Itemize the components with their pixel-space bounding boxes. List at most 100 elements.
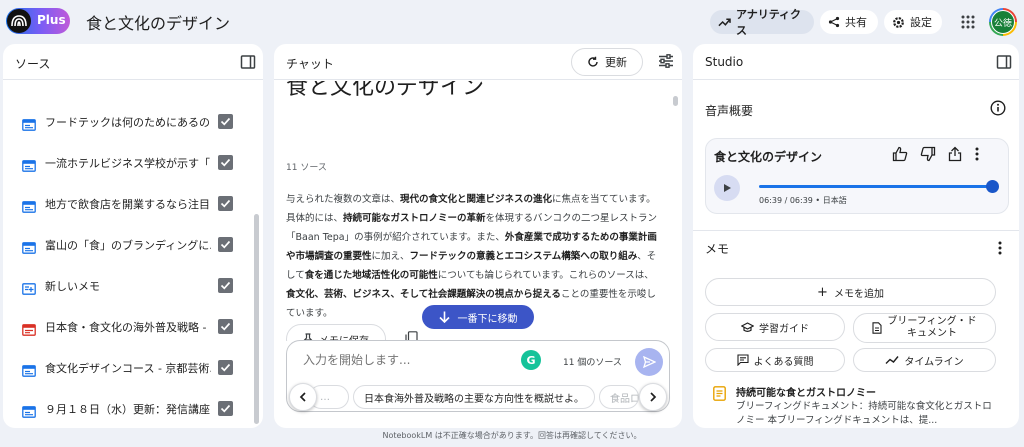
school-icon bbox=[741, 321, 754, 332]
note-document-icon bbox=[713, 386, 726, 401]
memo-title: メモ bbox=[705, 242, 730, 256]
chat-header: チャット 更新 bbox=[274, 44, 682, 80]
source-item[interactable]: 日本食・食文化の海外普及戦略 - ... bbox=[3, 311, 253, 341]
suggestion-chip-next[interactable]: 食品ロ bbox=[599, 385, 639, 409]
audio-title: 食と文化のデザイン bbox=[714, 150, 823, 164]
source-item[interactable]: フードテックは何のためにあるの... bbox=[3, 106, 253, 136]
audio-time: 06:39 / 06:39 • 日本語 bbox=[759, 196, 847, 205]
refresh-icon bbox=[588, 56, 598, 67]
timeline-label: タイムライン bbox=[904, 356, 964, 368]
studio-panel: Studio 音声概要 食と文化のデザイン 06:39 / 06:39 • 日本… bbox=[693, 44, 1019, 428]
audio-actions bbox=[892, 146, 980, 162]
suggestion-chip[interactable]: 日本食海外普及戦略の主要な方向性を概説せよ。 bbox=[353, 385, 595, 409]
source-item[interactable]: 富山の「食」のブランディングに... bbox=[3, 229, 253, 259]
source-checkbox[interactable] bbox=[218, 278, 233, 293]
source-label: 一流ホテルビジネス学校が示す「... bbox=[45, 157, 211, 170]
collapse-panel-icon[interactable] bbox=[996, 54, 1012, 70]
saved-note-item[interactable]: 持続可能な食とガストロノミー ブリーフィングドキュメント：持続可能な食文化とガス… bbox=[705, 384, 1005, 428]
notebook-title[interactable]: 食と文化のデザイン bbox=[86, 10, 230, 34]
chat-panel: チャット 更新 食と文化のデザイン 11 ソース 与えられた複数の文章は、現代の… bbox=[274, 44, 682, 428]
tune-icon[interactable] bbox=[658, 54, 674, 68]
pdf-source-icon bbox=[22, 321, 36, 336]
audio-progress-track[interactable] bbox=[759, 185, 995, 188]
source-item[interactable]: 食文化デザインコース - 京都芸術... bbox=[3, 352, 253, 382]
check-icon bbox=[220, 117, 231, 126]
summary-text: に加え、 bbox=[371, 251, 410, 262]
check-icon bbox=[220, 281, 231, 290]
apps-grid-icon[interactable] bbox=[960, 14, 976, 30]
studio-title: Studio bbox=[705, 55, 744, 69]
audio-overview-title: 音声概要 bbox=[705, 104, 754, 118]
source-item[interactable]: 新しいメモ bbox=[3, 270, 253, 300]
gear-icon bbox=[893, 16, 904, 28]
sources-header: ソース bbox=[3, 44, 263, 80]
plus-label: Plus bbox=[37, 13, 66, 27]
save-to-note-button[interactable]: メモに保存 bbox=[286, 324, 386, 341]
timeline-button[interactable]: タイムライン bbox=[853, 348, 996, 372]
audio-progress-handle[interactable] bbox=[986, 180, 999, 193]
share-upload-icon[interactable] bbox=[948, 146, 962, 162]
chevron-left-icon bbox=[299, 392, 306, 402]
summary-text: 与えられた複数の文章は、 bbox=[286, 194, 401, 205]
source-checkbox[interactable] bbox=[218, 237, 233, 252]
account-avatar[interactable]: 公徳 bbox=[989, 8, 1017, 36]
suggestions-next-button[interactable] bbox=[639, 383, 667, 411]
thumbs-up-icon[interactable] bbox=[892, 146, 908, 162]
source-item[interactable]: 地方で飲食店を開業するなら注目... bbox=[3, 188, 253, 218]
web-source-icon bbox=[22, 403, 36, 418]
info-icon[interactable] bbox=[990, 100, 1006, 116]
faq-label: よくある質問 bbox=[753, 356, 814, 368]
source-label: 日本食・食文化の海外普及戦略 - ... bbox=[45, 321, 211, 334]
web-source-icon bbox=[22, 362, 36, 377]
check-icon bbox=[220, 199, 231, 208]
check-icon bbox=[220, 158, 231, 167]
audio-overview-card: 食と文化のデザイン 06:39 / 06:39 • 日本語 bbox=[705, 138, 1009, 214]
avatar-text: 公徳 bbox=[991, 10, 1015, 34]
notebooklm-plus-logo[interactable]: Plus bbox=[6, 8, 70, 34]
sources-scrollbar[interactable] bbox=[254, 214, 259, 424]
play-button[interactable] bbox=[714, 175, 740, 201]
share-icon bbox=[828, 16, 840, 28]
suggestions-prev-button[interactable] bbox=[289, 383, 317, 411]
share-button[interactable]: 共有 bbox=[820, 10, 878, 34]
trending-up-icon bbox=[718, 18, 731, 27]
briefing-doc-label: ブリーフィング・ド キュメント bbox=[887, 316, 976, 340]
analytics-label: アナリティクス bbox=[735, 8, 802, 37]
send-button[interactable] bbox=[635, 348, 663, 376]
notebooklm-logo-icon bbox=[7, 9, 31, 33]
source-checkbox[interactable] bbox=[218, 401, 233, 416]
source-item[interactable]: ９月１８日（水）更新：発信講座... bbox=[3, 393, 253, 423]
source-checkbox[interactable] bbox=[218, 196, 233, 211]
summary-emphasis: 食文化、芸術、ビジネス、そして社会課題解決の視点から捉える bbox=[286, 289, 561, 300]
source-checkbox[interactable] bbox=[218, 114, 233, 129]
source-item[interactable]: 一流ホテルビジネス学校が示す「... bbox=[3, 147, 253, 177]
refresh-button[interactable]: 更新 bbox=[571, 48, 643, 76]
summary-emphasis: 食を通じた地域活性化の可能性 bbox=[304, 270, 438, 281]
disclaimer-footer: NotebookLM は不正確な場合があります。回答は再確認してください。 bbox=[382, 431, 642, 440]
chat-input[interactable] bbox=[303, 353, 503, 367]
analytics-button[interactable]: アナリティクス bbox=[710, 8, 814, 37]
selected-sources-count: 11 個のソース bbox=[563, 358, 622, 368]
chat-scrollbar[interactable] bbox=[673, 96, 678, 106]
web-source-icon bbox=[22, 157, 36, 172]
add-memo-button[interactable]: + メモを追加 bbox=[705, 278, 996, 306]
summary-text: についても論じられています。これらのソースは、 bbox=[437, 270, 654, 281]
source-checkbox[interactable] bbox=[218, 360, 233, 375]
more-vert-icon[interactable] bbox=[997, 240, 1003, 256]
settings-button[interactable]: 設定 bbox=[884, 10, 942, 34]
grammarly-icon[interactable]: G bbox=[521, 350, 541, 370]
web-source-icon bbox=[22, 239, 36, 254]
source-checkbox[interactable] bbox=[218, 319, 233, 334]
source-checkbox[interactable] bbox=[218, 155, 233, 170]
faq-button[interactable]: よくある質問 bbox=[705, 348, 845, 372]
study-guide-button[interactable]: 学習ガイド bbox=[705, 313, 845, 341]
thumbs-down-icon[interactable] bbox=[920, 146, 936, 162]
collapse-panel-icon[interactable] bbox=[240, 54, 256, 70]
summary-emphasis: 現代の食文化と関連ビジネスの進化 bbox=[400, 194, 553, 205]
jump-label: 一番下に移動 bbox=[457, 313, 518, 325]
briefing-doc-button[interactable]: ブリーフィング・ド キュメント bbox=[853, 313, 996, 343]
web-source-icon bbox=[22, 198, 36, 213]
divider bbox=[693, 230, 1019, 231]
scroll-to-bottom-button[interactable]: 一番下に移動 bbox=[422, 305, 534, 329]
more-vert-icon[interactable] bbox=[974, 146, 980, 162]
